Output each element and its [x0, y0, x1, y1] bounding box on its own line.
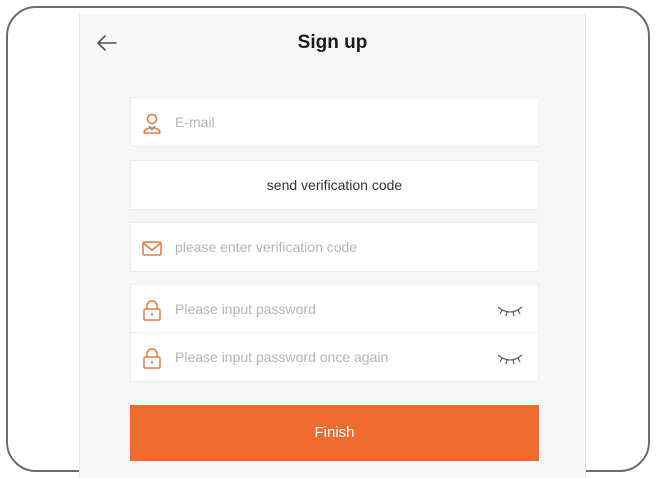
page-title: Sign up	[297, 32, 368, 53]
lock-icon	[143, 348, 161, 369]
lock-icon	[143, 300, 161, 321]
email-field[interactable]	[130, 97, 539, 147]
email-input[interactable]	[175, 98, 475, 146]
finish-button[interactable]: Finish	[130, 405, 539, 461]
signup-screen: Sign up send verification code	[79, 14, 586, 478]
eye-closed-icon[interactable]	[496, 301, 524, 319]
confirm-password-input[interactable]	[175, 333, 475, 381]
user-icon	[143, 113, 161, 134]
confirm-password-field[interactable]	[130, 332, 539, 382]
password-input[interactable]	[175, 285, 475, 333]
verification-code-field[interactable]	[130, 222, 539, 272]
password-field[interactable]	[130, 284, 539, 334]
envelope-icon	[142, 241, 162, 256]
send-verification-code-button[interactable]: send verification code	[130, 160, 539, 210]
verification-code-input[interactable]	[175, 223, 475, 271]
eye-closed-icon[interactable]	[496, 349, 524, 367]
header: Sign up	[80, 14, 585, 76]
